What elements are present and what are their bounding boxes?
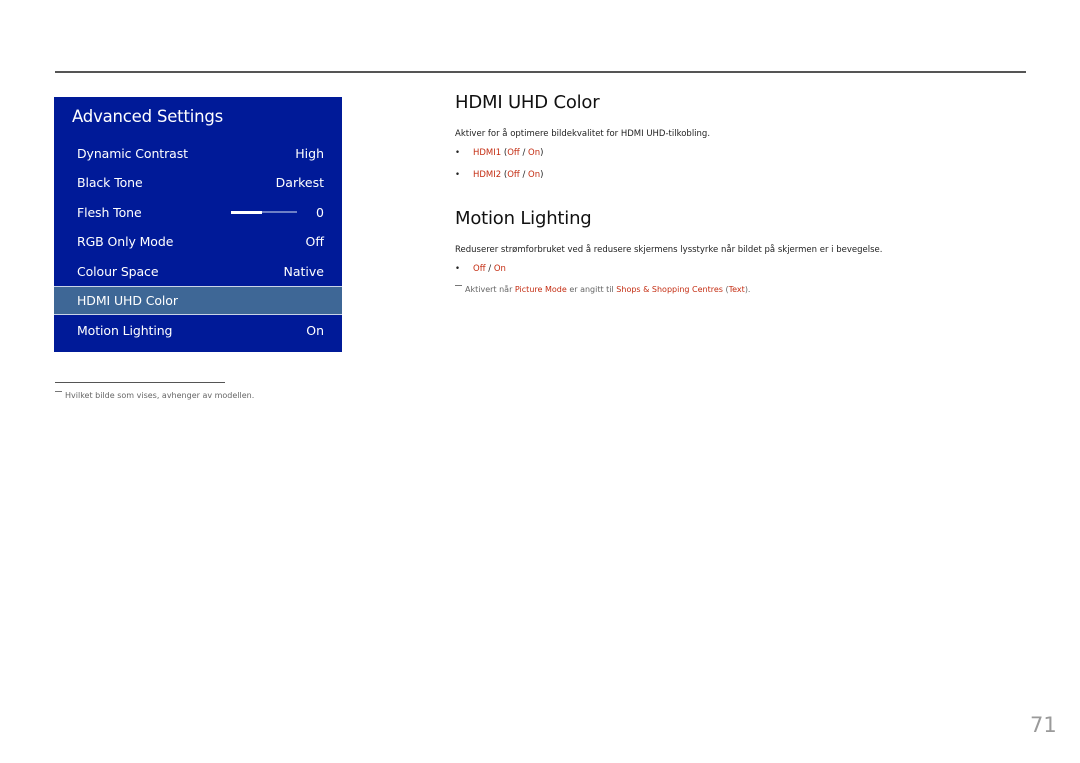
menu-item-label: Black Tone [77, 175, 143, 190]
note-term-picture-mode: Picture Mode [514, 285, 567, 294]
bullet-icon: • [455, 148, 461, 158]
option-off: Off [507, 170, 520, 180]
hdmi2-label: HDMI2 [473, 170, 502, 180]
bullet-icon: • [455, 170, 461, 180]
menu-item-value: On [306, 323, 324, 338]
option-on: On [528, 148, 541, 158]
motion-note: Aktivert når Picture Mode er angitt til … [455, 285, 750, 294]
menu-item-black-tone[interactable]: Black Tone Darkest [54, 168, 342, 197]
option-off: Off [507, 148, 520, 158]
menu-item-hdmi-uhd-color[interactable]: HDMI UHD Color [54, 286, 342, 315]
footnote: Hvilket bilde som vises, avhenger av mod… [55, 391, 254, 400]
menu-item-value: High [295, 146, 324, 161]
menu-item-value: Off [305, 234, 324, 249]
note-term-text: Text [728, 285, 745, 294]
section-heading-hdmi-uhd-color: HDMI UHD Color [455, 92, 600, 113]
menu-item-flesh-tone[interactable]: Flesh Tone 0 [54, 198, 342, 227]
menu-item-value: Native [283, 264, 324, 279]
separator: / [522, 148, 526, 158]
menu-item-label: Flesh Tone [77, 205, 142, 220]
motion-description: Reduserer strømforbruket ved å redusere … [455, 245, 883, 255]
menu-item-value: 0 [316, 205, 324, 220]
menu-item-label: HDMI UHD Color [77, 293, 178, 308]
menu-item-value: Darkest [275, 175, 324, 190]
separator: / [522, 170, 526, 180]
motion-bullet: • Off / On [455, 264, 506, 274]
note-text: Aktivert når [465, 285, 513, 294]
separator: / [488, 264, 492, 274]
slider-fill [231, 210, 263, 214]
dash-icon [55, 391, 62, 392]
footnote-divider [55, 382, 225, 383]
menu-item-label: Motion Lighting [77, 323, 173, 338]
menu-item-dynamic-contrast[interactable]: Dynamic Contrast High [54, 139, 342, 168]
bullet-icon: • [455, 264, 461, 274]
option-off: Off [473, 264, 486, 274]
menu-item-colour-space[interactable]: Colour Space Native [54, 257, 342, 286]
page-number: 71 [1030, 713, 1057, 737]
footnote-text: Hvilket bilde som vises, avhenger av mod… [65, 391, 255, 400]
option-on: On [528, 170, 541, 180]
menu-title: Advanced Settings [72, 107, 224, 126]
menu-item-label: Dynamic Contrast [77, 146, 188, 161]
menu-item-label: Colour Space [77, 264, 159, 279]
dash-icon [455, 285, 462, 286]
hdmi2-bullet: • HDMI2 (Off / On) [455, 170, 544, 180]
hdmi-description: Aktiver for å optimere bildekvalitet for… [455, 129, 711, 139]
menu-item-rgb-only-mode[interactable]: RGB Only Mode Off [54, 227, 342, 256]
top-divider [55, 71, 1026, 73]
option-on: On [493, 264, 506, 274]
note-text: er angitt til [569, 285, 614, 294]
note-term-shops: Shops & Shopping Centres [616, 285, 723, 294]
flesh-tone-slider[interactable] [231, 210, 297, 214]
menu-item-motion-lighting[interactable]: Motion Lighting On [54, 316, 342, 345]
hdmi1-bullet: • HDMI1 (Off / On) [455, 148, 544, 158]
hdmi1-label: HDMI1 [473, 148, 502, 158]
advanced-settings-menu: Advanced Settings Dynamic Contrast High … [54, 97, 342, 352]
section-heading-motion-lighting: Motion Lighting [455, 208, 592, 229]
menu-item-label: RGB Only Mode [77, 234, 174, 249]
note-text: ). [744, 285, 751, 294]
